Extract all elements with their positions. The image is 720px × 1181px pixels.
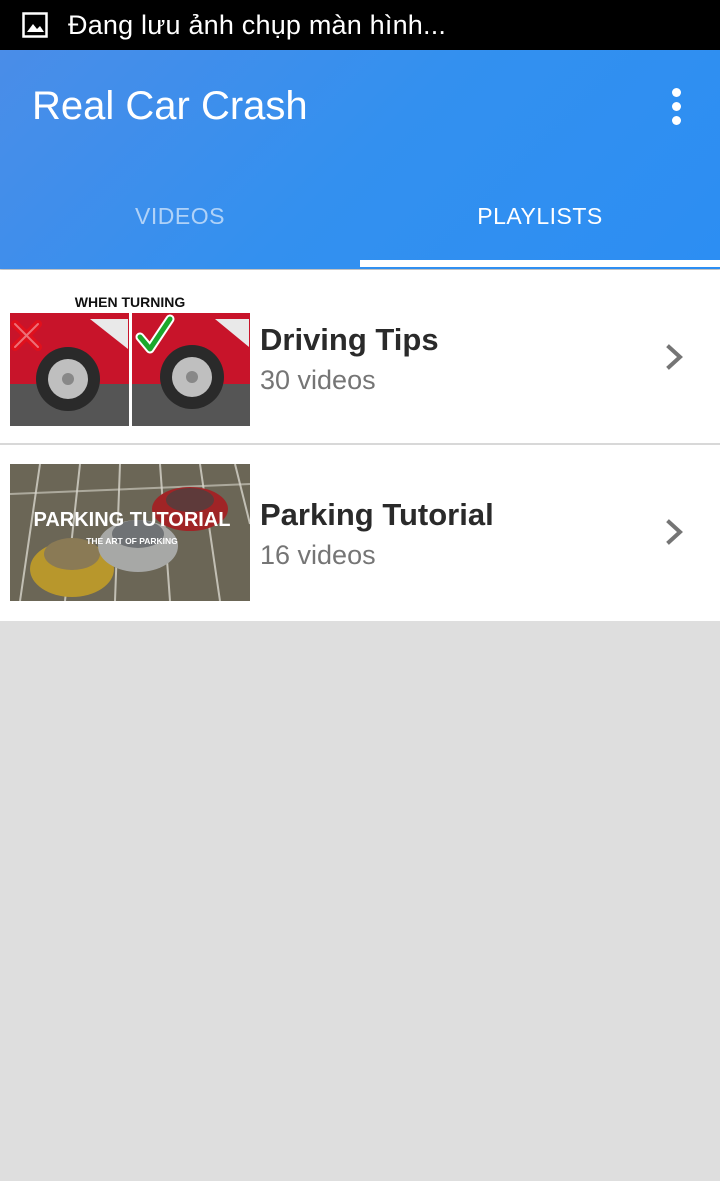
thumbnail-caption: PARKING TUTORIAL [33,509,230,531]
chevron-right-icon [666,519,683,545]
image-icon [22,12,48,38]
playlist-video-count: 16 videos [260,540,376,570]
thumbnail-caption: WHEN TURNING [75,294,186,310]
playlist-item-parking-tutorial[interactable]: PARKING TUTORIAL THE ART OF PARKING Park… [0,445,720,621]
app-title: Real Car Crash [32,84,308,128]
tab-playlists[interactable]: PLAYLISTS [360,182,720,250]
thumbnail-subcaption: THE ART OF PARKING [86,536,178,546]
tab-videos[interactable]: VIDEOS [0,182,360,250]
status-bar: Đang lưu ảnh chụp màn hình... [0,0,720,50]
chevron-right-icon [666,344,683,370]
playlist-title: Parking Tutorial [260,497,494,532]
playlist-item-driving-tips[interactable]: WHEN TURNING Driving Tips 30 videos [0,270,720,445]
playlist-video-count: 30 videos [260,365,376,395]
status-notification-text: Đang lưu ảnh chụp màn hình... [68,9,447,40]
more-vert-icon[interactable] [652,80,700,132]
tab-indicator [360,260,720,267]
playlist-title: Driving Tips [260,322,439,357]
playlist-thumbnail: WHEN TURNING [10,289,250,426]
app-bar: Real Car Crash VIDEOS PLAYLISTS [0,50,720,269]
playlist-thumbnail: PARKING TUTORIAL THE ART OF PARKING [10,464,250,601]
playlist-list: WHEN TURNING Driving Tips 30 videos PARK… [0,270,720,621]
tab-bar: VIDEOS PLAYLISTS [0,182,720,269]
